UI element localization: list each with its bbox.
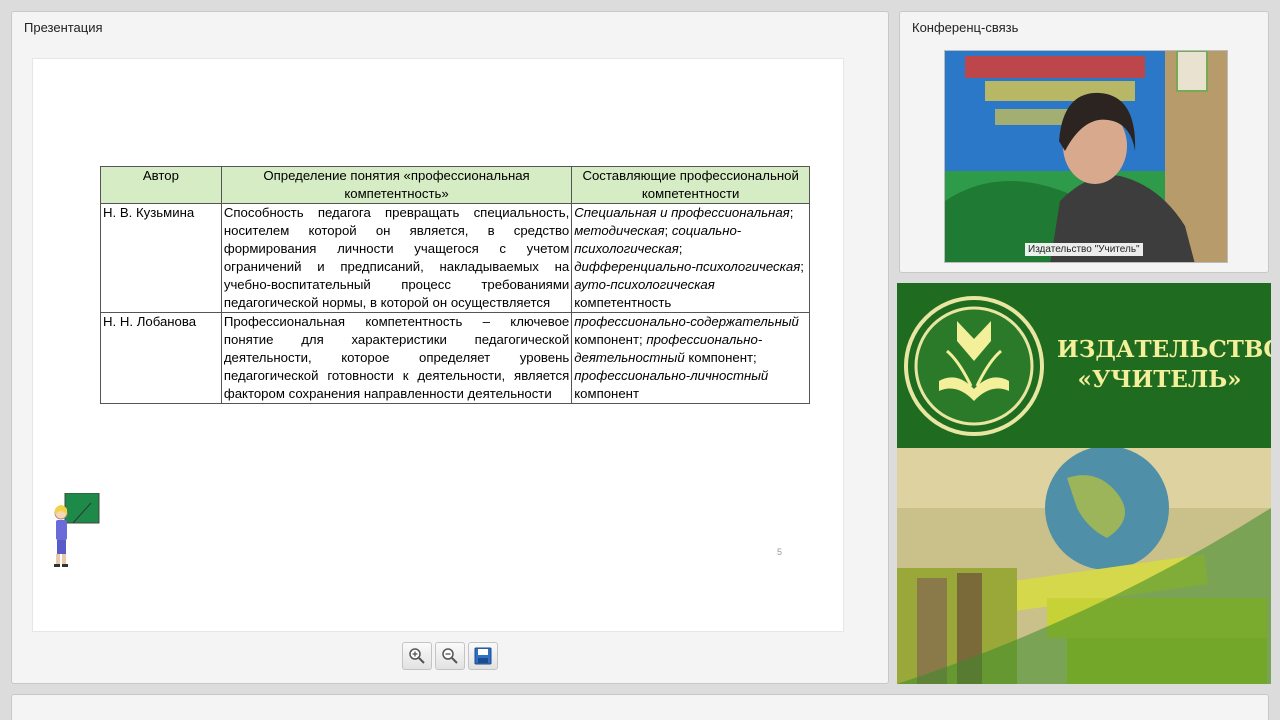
definition-cell: Профессиональная компетентность – ключев…: [220, 312, 573, 404]
component-text: профессионально-личностный: [574, 368, 769, 383]
component-text: дифференциально-психологическая: [574, 259, 801, 274]
header-author: Автор: [100, 166, 222, 204]
author-cell: Н. В. Кузьмина: [100, 203, 222, 313]
definition-cell: Способность педагога превращать специаль…: [220, 203, 573, 313]
presentation-panel-title: Презентация: [24, 20, 103, 35]
component-sep: ;: [678, 241, 683, 256]
floppy-disk-icon: [474, 647, 492, 665]
video-label: Издательство "Учитель": [1025, 243, 1143, 256]
component-text: ауто-психологическая: [574, 277, 715, 292]
zoom-out-icon: [442, 648, 458, 664]
component-sep: компонент;: [574, 332, 643, 347]
component-text: методическая: [574, 223, 665, 238]
books-globe-image: [897, 448, 1271, 684]
component-sep: ;: [664, 223, 672, 238]
page-number: 5: [777, 547, 783, 557]
components-cell: профессионально-содержательный компонент…: [571, 312, 810, 404]
video-frame-image: [945, 51, 1227, 262]
component-sep: компонент: [574, 386, 639, 401]
bottom-bar: [11, 694, 1269, 720]
component-text: компетентность: [574, 295, 672, 310]
conference-panel-title: Конференц-связь: [912, 20, 1019, 35]
component-sep: ;: [789, 205, 794, 220]
banner-line2: «УЧИТЕЛЬ»: [1077, 366, 1242, 393]
component-sep: ;: [800, 259, 804, 274]
components-cell: Специальная и профессиональная; методиче…: [571, 203, 810, 313]
zoom-in-button[interactable]: [402, 642, 432, 670]
zoom-in-icon: [409, 648, 425, 664]
zoom-out-button[interactable]: [435, 642, 465, 670]
header-definition: Определение понятия «профессиональная ко…: [220, 166, 573, 204]
publisher-logo-icon: [904, 296, 1044, 436]
conference-panel: Конференц-связь Издательство "Учитель": [899, 11, 1269, 273]
presentation-panel: Презентация Автор Определение понятия «п…: [11, 11, 889, 684]
component-sep: компонент;: [684, 350, 757, 365]
banner-title: ИЗДАТЕЛЬСТВО «УЧИТЕЛЬ»: [1057, 335, 1271, 395]
video-feed[interactable]: Издательство "Учитель": [944, 50, 1228, 263]
competence-table: Автор Определение понятия «профессиональ…: [100, 166, 810, 404]
component-text: Специальная и профессиональная: [574, 205, 790, 220]
header-components: Составляющие профессиональной компетентн…: [571, 166, 810, 204]
author-cell: Н. Н. Лобанова: [100, 312, 222, 404]
table-row: Н. Н. Лобанова Профессиональная компетен…: [100, 312, 810, 404]
component-text: профессионально-содержательный: [574, 314, 799, 329]
table-row: Н. В. Кузьмина Способность педагога прев…: [100, 203, 810, 313]
publisher-banner: ИЗДАТЕЛЬСТВО «УЧИТЕЛЬ»: [897, 283, 1271, 684]
table-header-row: Автор Определение понятия «профессиональ…: [100, 166, 810, 204]
banner-top: ИЗДАТЕЛЬСТВО «УЧИТЕЛЬ»: [897, 283, 1271, 448]
slide: Автор Определение понятия «профессиональ…: [32, 58, 844, 632]
banner-line1: ИЗДАТЕЛЬСТВО: [1057, 336, 1271, 363]
teacher-illustration: [54, 493, 100, 567]
save-button[interactable]: [468, 642, 498, 670]
